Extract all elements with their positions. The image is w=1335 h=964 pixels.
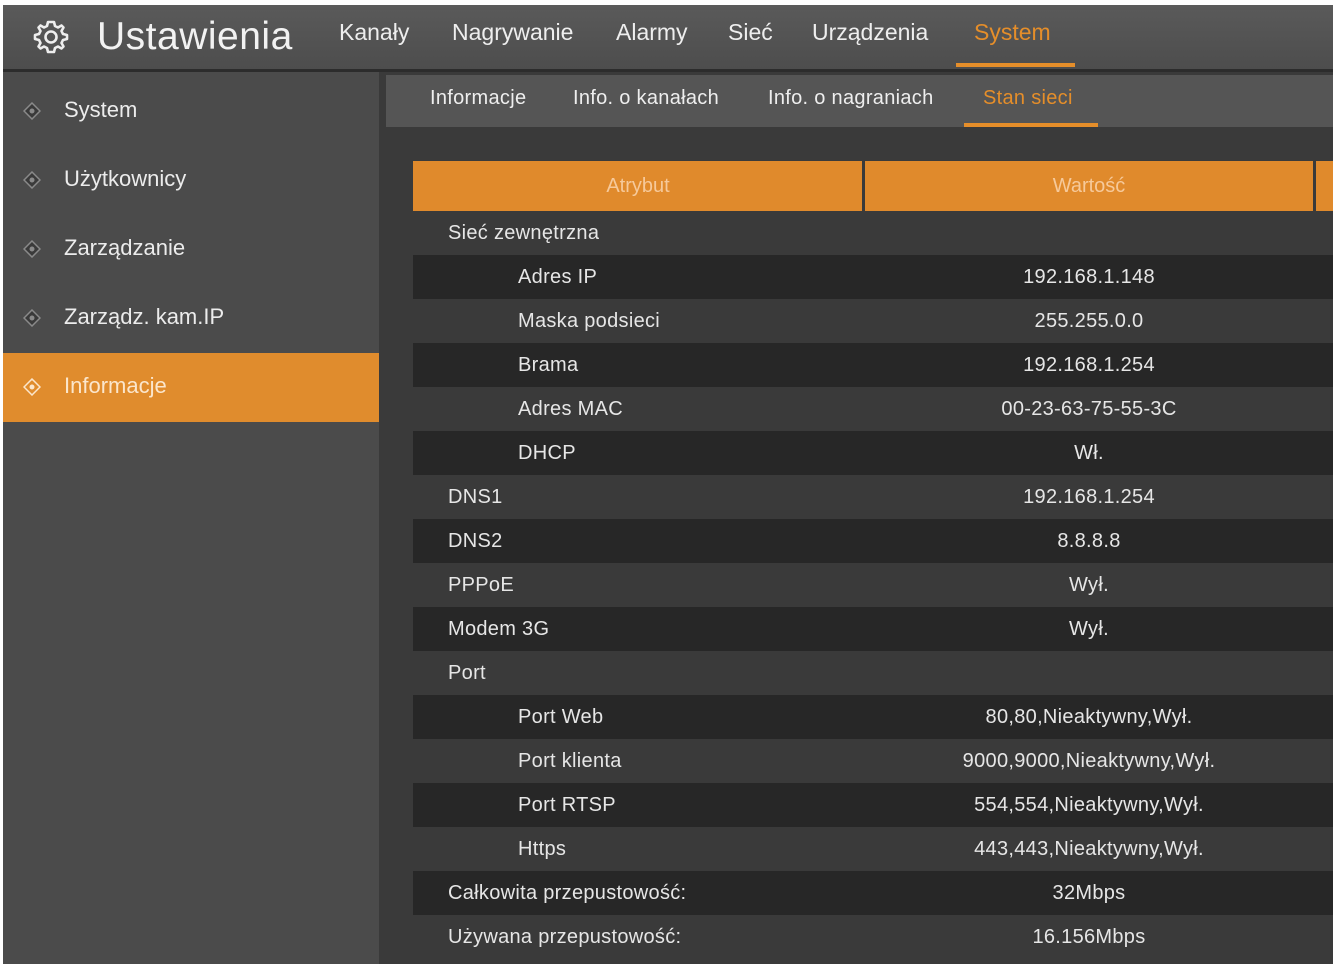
- subtab-informacje[interactable]: Informacje: [430, 87, 526, 110]
- row-attribute: Brama: [518, 354, 579, 376]
- sidebar-item-label: Użytkownicy: [64, 166, 187, 191]
- table-row: Port: [413, 651, 1333, 695]
- table-row: DNS2 8.8.8.8: [413, 519, 1333, 563]
- table-row: Port RTSP 554,554,Nieaktywny,Wył.: [413, 783, 1333, 827]
- table-row: Maska podsieci 255.255.0.0: [413, 299, 1333, 343]
- tab-alarmy[interactable]: Alarmy: [616, 19, 688, 46]
- row-value: 00-23-63-75-55-3C: [1001, 398, 1177, 420]
- row-attribute: Używana przepustowość:: [448, 926, 682, 948]
- table-row: Adres MAC 00-23-63-75-55-3C: [413, 387, 1333, 431]
- table-row: Adres IP 192.168.1.148: [413, 255, 1333, 299]
- row-value: 192.168.1.254: [1023, 354, 1155, 376]
- table-row: Używana przepustowość: 16.156Mbps: [413, 915, 1333, 959]
- bullet-icon: [23, 309, 41, 327]
- tab-urzadzenia[interactable]: Urządzenia: [812, 19, 928, 46]
- row-attribute: Całkowita przepustowość:: [448, 882, 687, 904]
- sidebar-item-informacje[interactable]: Informacje: [3, 353, 379, 422]
- row-attribute: Port: [448, 662, 486, 684]
- sidebar-item-zarzadz-kam-ip[interactable]: Zarządz. kam.IP: [3, 284, 379, 353]
- row-value: 16.156Mbps: [1032, 926, 1146, 948]
- row-attribute: DNS2: [448, 530, 503, 552]
- table-row: PPPoE Wył.: [413, 563, 1333, 607]
- sub-tab-bar: Informacje Info. o kanałach Info. o nagr…: [386, 75, 1333, 127]
- row-attribute: DHCP: [518, 442, 576, 464]
- row-value: Wył.: [1069, 618, 1109, 640]
- column-divider: [1313, 161, 1316, 211]
- row-attribute: PPPoE: [448, 574, 514, 596]
- row-attribute: Modem 3G: [448, 618, 550, 640]
- table-row: Całkowita przepustowość: 32Mbps: [413, 871, 1333, 915]
- table-row: Https 443,443,Nieaktywny,Wył.: [413, 827, 1333, 871]
- table-row: DHCP Wł.: [413, 431, 1333, 475]
- bullet-icon: [23, 171, 41, 189]
- row-attribute: Port klienta: [518, 750, 622, 772]
- row-value: 192.168.1.254: [1023, 486, 1155, 508]
- subtab-info-nagrania[interactable]: Info. o nagraniach: [768, 87, 934, 110]
- row-attribute: Https: [518, 838, 567, 860]
- row-value: 8.8.8.8: [1057, 530, 1121, 552]
- table-row: Brama 192.168.1.254: [413, 343, 1333, 387]
- sidebar-item-label: Informacje: [64, 373, 167, 398]
- row-attribute: Port Web: [518, 706, 604, 728]
- subtab-stan-sieci[interactable]: Stan sieci: [983, 87, 1073, 110]
- sidebar-item-label: System: [64, 97, 138, 122]
- row-attribute: DNS1: [448, 486, 503, 508]
- table-body: Sieć zewnętrzna Adres IP 192.168.1.148 Mask…: [413, 211, 1333, 959]
- table-row: DNS1 192.168.1.254: [413, 475, 1333, 519]
- active-tab-indicator: [956, 63, 1075, 67]
- table-header: Atrybut Wartość: [413, 161, 1333, 211]
- gear-icon: [33, 20, 69, 54]
- sidebar: System Użytkownicy Zarządzanie Zarządz. …: [3, 72, 379, 964]
- tab-kanaly[interactable]: Kanały: [339, 19, 409, 46]
- sidebar-item-system[interactable]: System: [3, 77, 379, 146]
- sidebar-item-label: Zarządz. kam.IP: [64, 304, 225, 329]
- network-status-table: Atrybut Wartość Sieć zewnętrzna Adres IP 1…: [413, 161, 1333, 959]
- table-row: Port klienta 9000,9000,Nieaktywny,Wył.: [413, 739, 1333, 783]
- sidebar-item-zarzadzanie[interactable]: Zarządzanie: [3, 215, 379, 284]
- bullet-icon: [23, 378, 41, 396]
- row-attribute: Port RTSP: [518, 794, 616, 816]
- row-value: 80,80,Nieaktywny,Wył.: [985, 706, 1193, 728]
- row-value: 554,554,Nieaktywny,Wył.: [974, 794, 1204, 816]
- settings-window: Ustawienia Kanały Nagrywanie Alarmy Sieć…: [3, 5, 1333, 964]
- tab-system[interactable]: System: [974, 19, 1051, 46]
- sidebar-item-uzytkownicy[interactable]: Użytkownicy: [3, 146, 379, 215]
- row-value: 255.255.0.0: [1034, 310, 1144, 332]
- subtab-info-kanaly[interactable]: Info. o kanałach: [573, 87, 719, 110]
- sidebar-item-label: Zarządzanie: [64, 235, 186, 260]
- row-attribute: Adres MAC: [518, 398, 623, 420]
- row-value: 192.168.1.148: [1023, 266, 1155, 288]
- row-value: 443,443,Nieaktywny,Wył.: [974, 838, 1204, 860]
- row-value: 9000,9000,Nieaktywny,Wył.: [962, 750, 1216, 772]
- row-value: Wł.: [1074, 442, 1104, 464]
- row-value: 32Mbps: [1052, 882, 1126, 904]
- row-attribute: Sieć zewnętrzna: [448, 222, 600, 244]
- column-header-attribute: Atrybut: [606, 175, 670, 197]
- bullet-icon: [23, 102, 41, 120]
- row-value: Wył.: [1069, 574, 1109, 596]
- tab-nagrywanie[interactable]: Nagrywanie: [452, 19, 573, 46]
- table-row: Port Web 80,80,Nieaktywny,Wył.: [413, 695, 1333, 739]
- active-subtab-indicator: [964, 123, 1098, 127]
- column-header-value: Wartość: [1052, 175, 1126, 197]
- bullet-icon: [23, 240, 41, 258]
- table-row: Sieć zewnętrzna: [413, 211, 1333, 255]
- table-row: Modem 3G Wył.: [413, 607, 1333, 651]
- row-attribute: Adres IP: [518, 266, 598, 288]
- tab-siec[interactable]: Sieć: [728, 19, 773, 46]
- app-title: Ustawienia: [97, 15, 293, 58]
- top-header: Ustawienia Kanały Nagrywanie Alarmy Sieć…: [3, 5, 1333, 72]
- row-attribute: Maska podsieci: [518, 310, 661, 332]
